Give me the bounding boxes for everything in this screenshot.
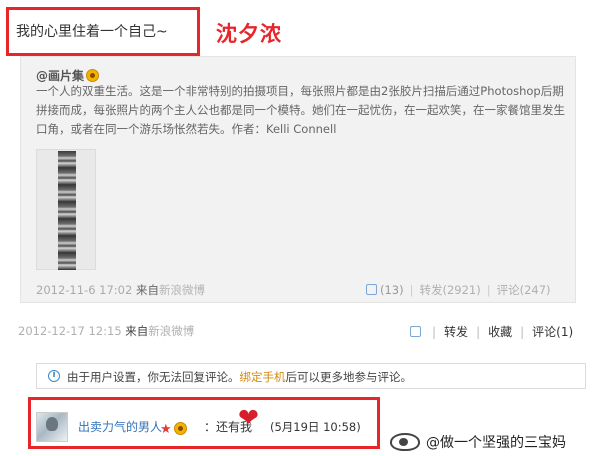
repost-username[interactable]: @画片集 [36,69,84,83]
repost-source-link[interactable]: 新浪微博 [159,283,205,297]
avatar[interactable] [36,412,68,442]
post-favorite-link[interactable]: 收藏 [488,325,512,339]
like-icon[interactable] [366,284,377,295]
comment-restriction-notice: i 由于用户设置，你无法回复评论。绑定手机后可以更多地参与评论。 [36,363,586,389]
post-comment-link[interactable]: 评论(1) [532,325,573,339]
post-source-link[interactable]: 新浪微博 [148,324,194,338]
repost-photo-thumbnail[interactable] [36,149,96,270]
post-actions: | 转发 | 收藏 | 评论(1) [410,323,573,340]
comment-time: (5月19日 10:58) [270,420,361,434]
repost-body: 一个人的双重生活。这是一个非常特别的拍摄项目，每张照片都是由2张胶片扫描后通过P… [36,84,565,136]
repost-forward-link[interactable]: 转发(2921) [419,283,480,297]
comment-username[interactable]: 出卖力气的男人 [78,418,162,435]
star-badge-icon: ★ [160,422,172,437]
repost-source-label: 来自 [135,283,159,297]
repost-meta: 2012-11-6 17:02 来自新浪微博 [36,282,205,298]
repost-like-count[interactable]: (13) [380,283,404,297]
post-source-label: 来自 [125,324,149,338]
post-text: 我的心里住着一个自己~ [16,24,168,40]
weibo-logo-icon [390,433,420,451]
watermark: @做一个坚强的三宝妈 [390,432,566,452]
crown-badge-icon [173,422,187,435]
watermark-text: @做一个坚强的三宝妈 [426,435,566,451]
post-like-icon[interactable] [410,326,421,337]
repost-actions: (13) | 转发(2921) | 评论(247) [366,282,551,298]
repost-time[interactable]: 2012-11-6 17:02 [36,283,132,297]
notice-suffix: 后可以更多地参与评论。 [285,370,413,384]
heart-icon: ❤ [238,403,259,432]
post-meta: 2012-12-17 12:15 来自新浪微博 [18,323,194,339]
comment-badges: ★ [160,418,187,437]
repost-comment-link[interactable]: 评论(247) [497,283,551,297]
info-icon: i [48,370,60,382]
post-forward-link[interactable]: 转发 [444,325,468,339]
author-tag: 沈夕浓 [216,22,282,46]
notice-prefix: 由于用户设置，你无法回复评论。 [67,370,240,384]
photo-strip-image [58,151,76,270]
post-time[interactable]: 2012-12-17 12:15 [18,324,122,338]
crown-badge-icon [86,69,100,82]
bind-phone-link[interactable]: 绑定手机 [240,370,286,384]
